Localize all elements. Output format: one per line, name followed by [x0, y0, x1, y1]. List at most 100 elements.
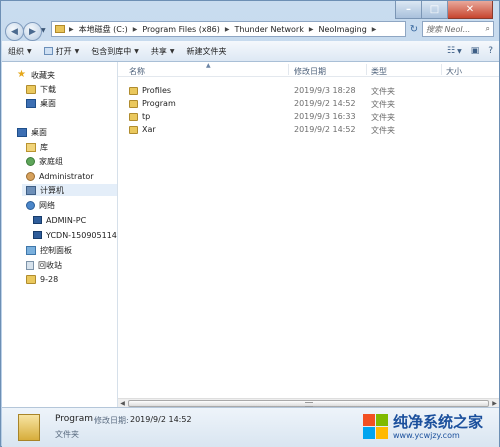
- nav-item-label: YCDN-1509051147: [46, 230, 118, 240]
- nav-item-label: 收藏夹: [31, 70, 55, 80]
- search-input[interactable]: 搜索 NeoI... ⌕: [422, 21, 494, 37]
- breadcrumb-separator-icon[interactable]: ▶: [372, 26, 377, 33]
- folder-icon: [55, 25, 65, 33]
- caption-buttons: – □ ✕: [395, 1, 493, 19]
- dropdown-icon: ▼: [169, 47, 175, 55]
- preview-pane-icon[interactable]: ▣: [471, 46, 480, 56]
- file-date-cell: 2019/9/3 16:33: [294, 112, 356, 121]
- nav-item-label: 9-28: [40, 274, 59, 284]
- nav-item-homegroup[interactable]: 家庭组: [26, 155, 63, 167]
- table-row[interactable]: Profiles 2019/9/3 18:28 文件夹: [118, 84, 499, 97]
- file-date-cell: 2019/9/3 18:28: [294, 86, 356, 95]
- nav-item-favorites[interactable]: ★ 收藏夹: [17, 69, 55, 81]
- new-folder-button[interactable]: 新建文件夹: [181, 41, 233, 61]
- column-divider[interactable]: [441, 64, 442, 75]
- column-header-date[interactable]: 修改日期: [294, 66, 326, 77]
- file-date-cell: 2019/9/2 14:52: [294, 125, 356, 134]
- nav-item-label: Administrator: [39, 171, 94, 181]
- nav-item-libraries[interactable]: 库: [26, 141, 48, 153]
- nav-item-ycdn-pc[interactable]: YCDN-1509051147: [33, 229, 118, 241]
- nav-item-label: 家庭组: [39, 156, 63, 166]
- table-row[interactable]: Program 2019/9/2 14:52 文件夹: [118, 97, 499, 110]
- folder-icon: [26, 274, 36, 284]
- share-label: 共享: [150, 46, 167, 56]
- breadcrumb-item[interactable]: NeoImaging: [318, 25, 366, 34]
- breadcrumb-separator-icon[interactable]: ▶: [225, 26, 230, 33]
- user-icon: [26, 171, 35, 181]
- forward-arrow-icon: ▶: [29, 26, 36, 37]
- breadcrumb-separator-icon[interactable]: ▶: [133, 26, 138, 33]
- sort-caret-icon: ▲: [206, 62, 211, 69]
- view-dropdown-icon[interactable]: ▼: [457, 48, 462, 55]
- details-item-name: Program: [55, 414, 93, 424]
- nav-item-control-panel[interactable]: 控制面板: [26, 244, 72, 256]
- view-controls: ☷ ▼ ▣ ?: [438, 46, 499, 56]
- nav-item-desktop[interactable]: 桌面: [17, 126, 47, 138]
- column-header-name[interactable]: 名称: [129, 66, 145, 77]
- file-date-cell: 2019/9/2 14:52: [294, 99, 356, 108]
- nav-item-label: 网络: [39, 200, 55, 210]
- share-button[interactable]: 共享 ▼: [145, 41, 181, 61]
- recent-pages-dropdown[interactable]: ▼: [41, 27, 46, 34]
- column-divider[interactable]: [288, 64, 289, 75]
- file-type-cell: 文件夹: [371, 126, 395, 135]
- refresh-icon: ↻: [409, 23, 419, 35]
- column-header-row: ▲ 名称 修改日期 类型 大小: [118, 62, 499, 77]
- include-in-library-button[interactable]: 包含到库中 ▼: [85, 41, 145, 61]
- breadcrumb-item[interactable]: Program Files (x86): [142, 25, 220, 34]
- nav-item-desktop-favorite[interactable]: 桌面: [26, 97, 56, 109]
- column-header-size[interactable]: 大小: [446, 66, 462, 77]
- nav-item-label: 回收站: [38, 260, 62, 270]
- navigation-pane: ★ 收藏夹 下载 桌面 桌面 库 家庭组 Administrator 计算机 网…: [2, 62, 118, 407]
- file-type-cell: 文件夹: [371, 87, 395, 96]
- breadcrumb-item[interactable]: 本地磁盘 (C:): [79, 24, 128, 35]
- open-button[interactable]: 打开 ▼: [38, 41, 86, 61]
- back-button[interactable]: ◀: [5, 22, 24, 41]
- folder-icon: [129, 125, 138, 134]
- nav-item-administrator[interactable]: Administrator: [26, 170, 94, 182]
- file-name: Program: [142, 99, 176, 108]
- folder-icon: [129, 86, 138, 95]
- folder-thumbnail-icon: [18, 414, 40, 441]
- star-icon: ★: [17, 69, 26, 80]
- recycle-bin-icon: [26, 260, 34, 270]
- refresh-button[interactable]: ↻: [408, 21, 420, 37]
- breadcrumb-item[interactable]: Thunder Network: [235, 25, 304, 34]
- file-list-pane: ▲ 名称 修改日期 类型 大小 Profiles 2019/9/3 18:28 …: [118, 62, 499, 408]
- table-row[interactable]: tp 2019/9/3 16:33 文件夹: [118, 110, 499, 123]
- help-icon[interactable]: ?: [488, 46, 493, 56]
- maximize-button[interactable]: □: [422, 1, 448, 19]
- column-header-type[interactable]: 类型: [371, 66, 387, 77]
- close-button[interactable]: ✕: [448, 1, 493, 19]
- address-bar[interactable]: ▶ 本地磁盘 (C:) ▶ Program Files (x86) ▶ Thun…: [51, 21, 406, 37]
- nav-item-computer[interactable]: 计算机: [22, 184, 117, 196]
- open-label: 打开: [55, 46, 72, 56]
- file-name: Profiles: [142, 86, 172, 95]
- windows-logo-icon: [363, 414, 389, 440]
- file-name: tp: [142, 112, 151, 121]
- nav-item-label: 控制面板: [40, 245, 72, 255]
- watermark-url: www.ycwjzy.com: [393, 430, 460, 440]
- file-name-cell: Xar: [129, 125, 156, 134]
- network-computer-icon: [33, 216, 42, 224]
- nav-item-recycle-bin[interactable]: 回收站: [26, 259, 62, 271]
- nav-item-downloads[interactable]: 下载: [26, 83, 56, 95]
- table-row[interactable]: Xar 2019/9/2 14:52 文件夹: [118, 123, 499, 136]
- nav-item-network[interactable]: 网络: [26, 199, 55, 211]
- nav-item-label: 下载: [40, 84, 56, 94]
- nav-item-admin-pc[interactable]: ADMIN-PC: [33, 214, 86, 226]
- search-icon[interactable]: ⌕: [486, 24, 490, 34]
- view-options-icon[interactable]: ☷: [447, 46, 455, 56]
- nav-item-9-28[interactable]: 9-28: [26, 273, 58, 285]
- search-placeholder: 搜索 NeoI...: [426, 24, 471, 34]
- column-divider[interactable]: [366, 64, 367, 75]
- organize-button[interactable]: 组织 ▼: [2, 41, 38, 61]
- breadcrumb-separator-icon[interactable]: ▶: [309, 26, 314, 33]
- downloads-folder-icon: [26, 84, 36, 94]
- network-computer-icon: [33, 231, 42, 239]
- explorer-window: – □ ✕ ◀ ▶ ▼ ▶ 本地磁盘 (C:) ▶ Program Files …: [0, 0, 500, 447]
- scrollbar-thumb[interactable]: [128, 400, 489, 407]
- forward-button[interactable]: ▶: [23, 22, 42, 41]
- breadcrumb-separator-icon[interactable]: ▶: [69, 26, 74, 33]
- minimize-button[interactable]: –: [395, 1, 422, 19]
